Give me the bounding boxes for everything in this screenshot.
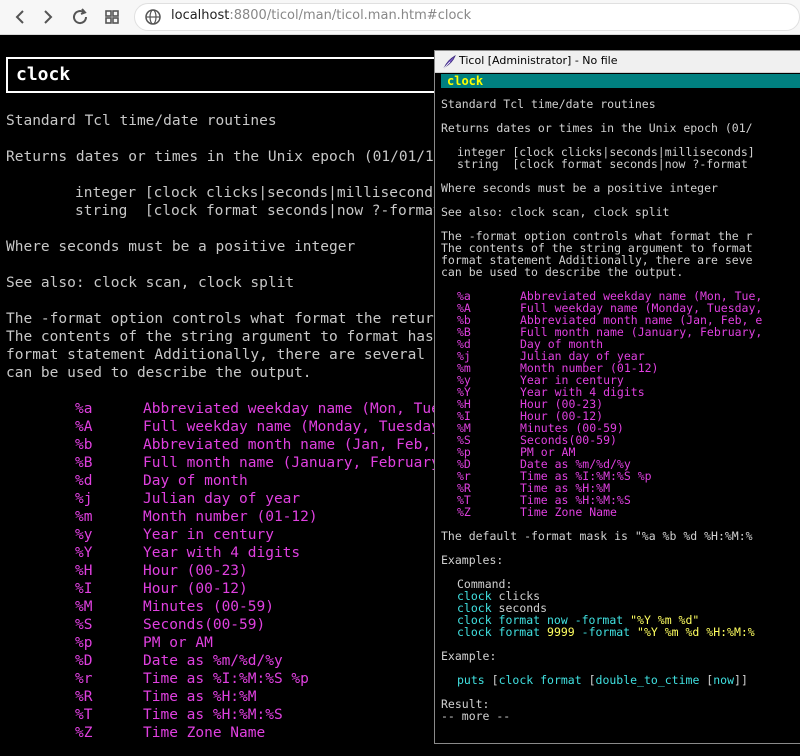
format-code: %d — [75, 473, 93, 489]
apps-button[interactable] — [100, 5, 124, 29]
console-example-line: clock format 9999 -format "%Y %m %d %H:%… — [457, 625, 755, 639]
console-puts-line: puts [clock format [double_to_ctime [now… — [457, 673, 748, 687]
console-header-bar: clock — [441, 74, 800, 88]
console-num: 9999 — [540, 625, 575, 639]
console-examples-label: Examples: — [441, 553, 504, 567]
console-bracket: ]] — [734, 673, 748, 687]
console-see-also: See also: clock scan, clock split — [441, 205, 670, 219]
globe-icon — [145, 9, 161, 25]
format-code: %r — [75, 671, 93, 687]
format-code: %p — [75, 635, 93, 651]
format-desc: Hour (00-12) — [143, 581, 248, 597]
where-text: Where seconds must be a positive integer — [6, 239, 356, 255]
console-cmd: clock format — [457, 625, 541, 639]
format-desc: Date as %m/%d/%y — [143, 653, 283, 669]
page-title-box: clock — [6, 57, 446, 93]
format-code: %Z — [75, 725, 93, 741]
format-desc: Minutes (00-59) — [143, 599, 274, 615]
console-bracket: [ — [484, 673, 499, 687]
format-code: %Y — [75, 545, 93, 561]
format-desc: Abbreviated month name (Jan, Feb, — [143, 437, 440, 453]
format-desc: Time as %H:%M — [143, 689, 257, 705]
format-desc: Year with 4 digits — [143, 545, 301, 561]
format-desc: Abbreviated weekday name (Mon, Tue — [143, 401, 440, 417]
format-desc: Time as %H:%M:%S — [143, 707, 283, 723]
console-syntax-string: string [clock format seconds|now ?-forma… — [457, 157, 748, 171]
format-desc: Day of month — [143, 473, 248, 489]
format-desc-line: format statement Additionally, there are… — [6, 347, 443, 363]
format-desc: Time as %I:%M:%S %p — [143, 671, 309, 687]
returns-text: Returns dates or times in the Unix epoch… — [6, 149, 443, 165]
console-puts: puts — [457, 673, 485, 687]
format-desc: Month number (01-12) — [143, 509, 318, 525]
apps-grid-icon — [105, 10, 119, 24]
format-desc: Seconds(00-59) — [143, 617, 266, 633]
format-code: %b — [75, 437, 93, 453]
format-code: %A — [75, 419, 93, 435]
console-format-desc: Time Zone Name — [520, 505, 617, 519]
format-code: %S — [75, 617, 93, 633]
console-returns: Returns dates or times in the Unix epoch… — [441, 121, 753, 135]
see-also-text: See also: clock scan, clock split — [6, 275, 295, 291]
format-desc: Full weekday name (Monday, Tuesday — [143, 419, 440, 435]
console-output[interactable]: clock Standard Tcl time/date routines Re… — [435, 73, 800, 743]
console-intro: Standard Tcl time/date routines — [441, 97, 656, 111]
window-title: Ticol [Administrator] - No file — [459, 54, 618, 67]
format-code: %m — [75, 509, 93, 525]
page-title: clock — [16, 64, 71, 85]
console-clock-format: clock format — [498, 673, 582, 687]
console-format-desc-line: can be used to describe the output. — [441, 265, 684, 279]
format-desc-line: The contents of the string argument to f… — [6, 329, 434, 345]
console-double-to-ctime: double_to_ctime — [595, 673, 700, 687]
format-desc: Julian day of year — [143, 491, 301, 507]
arrow-right-icon — [44, 10, 53, 24]
console-bracket: [ — [581, 673, 596, 687]
ticol-console-window[interactable]: Ticol [Administrator] - No file clock St… — [434, 50, 800, 744]
console-example-label: Example: — [441, 649, 497, 663]
syntax-integer: integer [clock clicks|seconds|millisecon… — [75, 185, 442, 201]
address-bar[interactable]: localhost:8800/ticol/man/ticol.man.htm#c… — [134, 3, 800, 31]
console-opt: -format — [574, 625, 631, 639]
format-code: %B — [75, 455, 93, 471]
syntax-string: string [clock format seconds|now ?-forma… — [75, 203, 442, 219]
feather-icon — [443, 55, 456, 69]
reload-icon — [73, 8, 88, 25]
console-header: clock — [447, 74, 484, 88]
forward-button[interactable] — [36, 5, 60, 29]
format-code: %a — [75, 401, 93, 417]
console-default-mask: The default -format mask is "%a %b %d %H… — [441, 529, 753, 543]
format-desc: Hour (00-23) — [143, 563, 248, 579]
url-text: localhost:8800/ticol/man/ticol.man.htm#c… — [171, 8, 471, 23]
arrow-left-icon — [15, 10, 24, 24]
format-desc-line: The -format option controls what format … — [6, 311, 443, 327]
format-code: %R — [75, 689, 93, 705]
format-desc: PM or AM — [143, 635, 213, 651]
console-str: "%Y %m %d %H:%M:% — [630, 625, 755, 639]
format-desc-line: can be used to describe the output. — [6, 365, 312, 381]
console-now: now — [713, 673, 735, 687]
browser-toolbar: localhost:8800/ticol/man/ticol.man.htm#c… — [0, 0, 800, 35]
url-path: :8800/ticol/man/ticol.man.htm#clock — [229, 8, 472, 23]
format-desc: Time Zone Name — [143, 725, 266, 741]
format-code: %y — [75, 527, 93, 543]
intro-text: Standard Tcl time/date routines — [6, 113, 277, 129]
format-desc: Year in century — [143, 527, 274, 543]
console-format-code: %Z — [457, 505, 471, 519]
format-code: %D — [75, 653, 93, 669]
format-code: %T — [75, 707, 93, 723]
url-host: localhost — [171, 8, 230, 23]
format-code: %M — [75, 599, 93, 615]
window-titlebar[interactable]: Ticol [Administrator] - No file — [435, 51, 800, 73]
back-button[interactable] — [8, 5, 32, 29]
console-where: Where seconds must be a positive integer — [441, 181, 718, 195]
format-code: %I — [75, 581, 93, 597]
reload-button[interactable] — [68, 5, 92, 29]
format-code: %j — [75, 491, 93, 507]
format-desc: Full month name (January, February — [143, 455, 440, 471]
console-more-prompt[interactable]: -- more -- — [441, 709, 510, 723]
console-bracket: [ — [699, 673, 714, 687]
format-code: %H — [75, 563, 93, 579]
